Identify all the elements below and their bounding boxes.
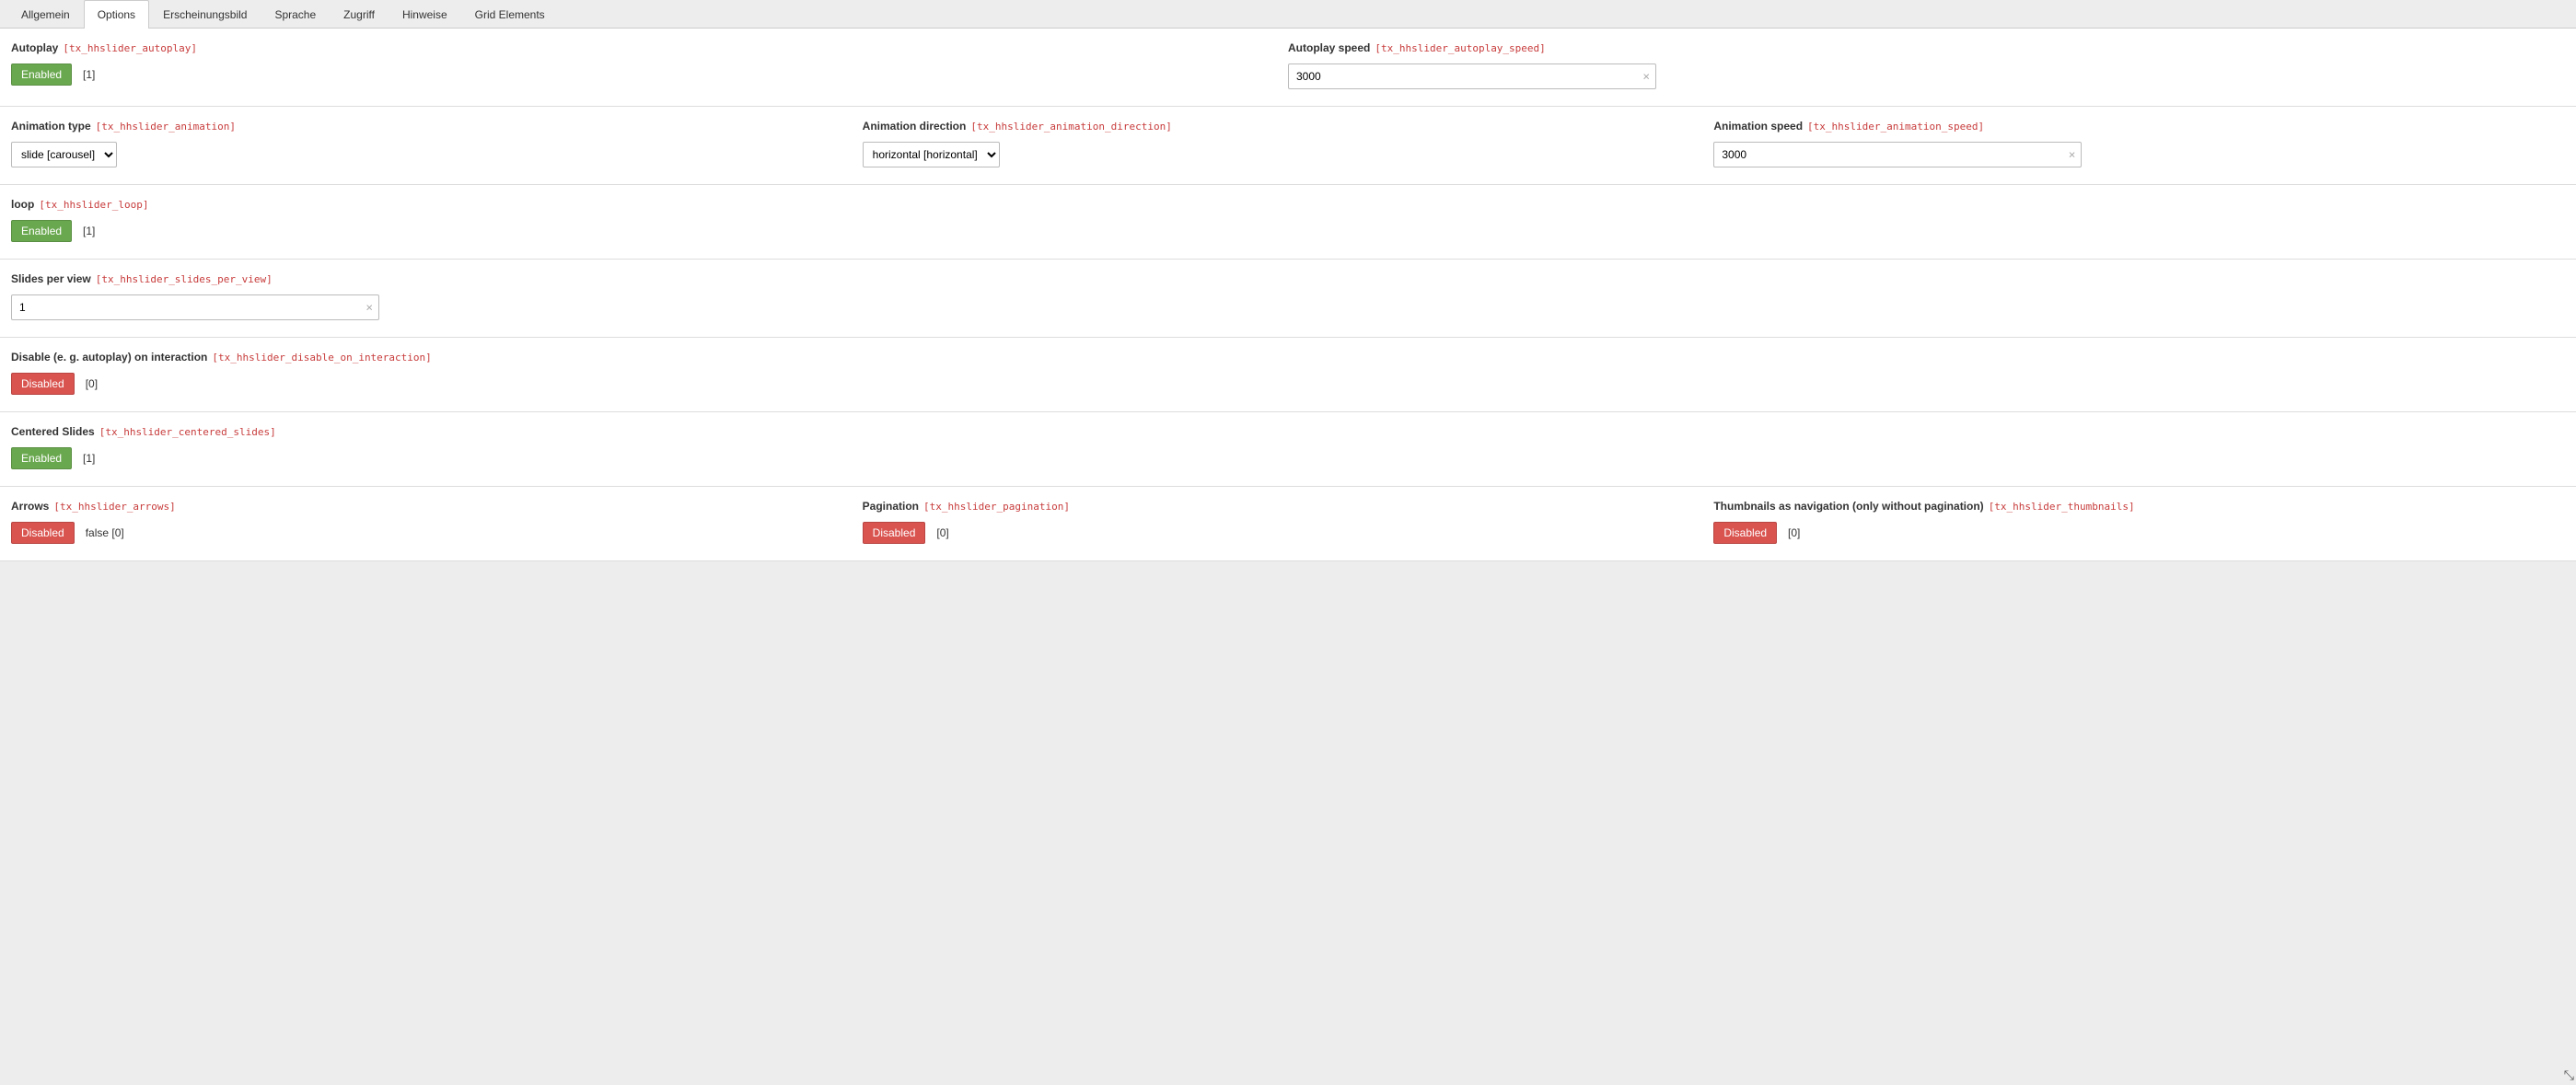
field-thumbnails: Thumbnails as navigation (only without p… bbox=[1713, 500, 2565, 544]
tech-slides-per-view: [tx_hhslider_slides_per_view] bbox=[96, 273, 273, 285]
resize-handle-icon[interactable]: ⤡ bbox=[2564, 1068, 2574, 1083]
label-arrows: Arrows bbox=[11, 500, 49, 513]
tech-arrows: [tx_hhslider_arrows] bbox=[53, 501, 175, 513]
tab-erscheinungsbild[interactable]: Erscheinungsbild bbox=[149, 0, 261, 29]
clear-icon[interactable]: × bbox=[2069, 149, 2076, 161]
tech-animation-speed: [tx_hhslider_animation_speed] bbox=[1807, 121, 1984, 133]
tech-animation-direction: [tx_hhslider_animation_direction] bbox=[970, 121, 1172, 133]
input-slides-per-view[interactable] bbox=[11, 294, 379, 320]
tech-autoplay: [tx_hhslider_autoplay] bbox=[63, 42, 197, 54]
label-animation-type: Animation type bbox=[11, 120, 91, 133]
tech-loop: [tx_hhslider_loop] bbox=[39, 199, 148, 211]
tab-bar: Allgemein Options Erscheinungsbild Sprac… bbox=[0, 0, 2576, 29]
tech-pagination: [tx_hhslider_pagination] bbox=[923, 501, 1070, 513]
label-autoplay: Autoplay bbox=[11, 41, 58, 54]
field-loop: loop [tx_hhslider_loop] Enabled [1] bbox=[11, 198, 2565, 242]
label-animation-direction: Animation direction bbox=[863, 120, 967, 133]
state-pagination: [0] bbox=[936, 526, 948, 539]
field-slides-per-view: Slides per view [tx_hhslider_slides_per_… bbox=[11, 272, 2565, 320]
state-arrows: false [0] bbox=[86, 526, 124, 539]
field-pagination: Pagination [tx_hhslider_pagination] Disa… bbox=[863, 500, 1714, 544]
toggle-arrows[interactable]: Disabled bbox=[11, 522, 75, 544]
state-centered-slides: [1] bbox=[83, 452, 95, 465]
label-autoplay-speed: Autoplay speed bbox=[1288, 41, 1370, 54]
state-autoplay: [1] bbox=[83, 68, 95, 81]
tab-content-options: Autoplay [tx_hhslider_autoplay] Enabled … bbox=[0, 29, 2576, 561]
label-slides-per-view: Slides per view bbox=[11, 272, 91, 285]
toggle-loop[interactable]: Enabled bbox=[11, 220, 72, 242]
toggle-disable-on-interaction[interactable]: Disabled bbox=[11, 373, 75, 395]
select-animation-type[interactable]: slide [carousel] bbox=[11, 142, 117, 167]
state-thumbnails: [0] bbox=[1788, 526, 1800, 539]
tab-hinweise[interactable]: Hinweise bbox=[389, 0, 461, 29]
clear-icon[interactable]: × bbox=[1642, 71, 1650, 83]
state-disable-on-interaction: [0] bbox=[86, 377, 98, 390]
field-animation-speed: Animation speed [tx_hhslider_animation_s… bbox=[1713, 120, 2565, 167]
tech-centered-slides: [tx_hhslider_centered_slides] bbox=[99, 426, 276, 438]
clear-icon[interactable]: × bbox=[366, 302, 373, 314]
select-animation-direction[interactable]: horizontal [horizontal] bbox=[863, 142, 1000, 167]
tech-disable-on-interaction: [tx_hhslider_disable_on_interaction] bbox=[212, 352, 431, 364]
state-loop: [1] bbox=[83, 225, 95, 237]
field-animation-type: Animation type [tx_hhslider_animation] s… bbox=[11, 120, 863, 167]
tech-autoplay-speed: [tx_hhslider_autoplay_speed] bbox=[1375, 42, 1545, 54]
field-arrows: Arrows [tx_hhslider_arrows] Disabled fal… bbox=[11, 500, 863, 544]
tab-zugriff[interactable]: Zugriff bbox=[330, 0, 389, 29]
label-thumbnails: Thumbnails as navigation (only without p… bbox=[1713, 500, 1983, 513]
tech-thumbnails: [tx_hhslider_thumbnails] bbox=[1989, 501, 2135, 513]
toggle-autoplay[interactable]: Enabled bbox=[11, 63, 72, 86]
tab-allgemein[interactable]: Allgemein bbox=[7, 0, 84, 29]
label-pagination: Pagination bbox=[863, 500, 919, 513]
label-loop: loop bbox=[11, 198, 34, 211]
tab-options[interactable]: Options bbox=[84, 0, 149, 29]
toggle-thumbnails[interactable]: Disabled bbox=[1713, 522, 1777, 544]
label-animation-speed: Animation speed bbox=[1713, 120, 1803, 133]
toggle-centered-slides[interactable]: Enabled bbox=[11, 447, 72, 469]
field-disable-on-interaction: Disable (e. g. autoplay) on interaction … bbox=[11, 351, 2565, 395]
field-autoplay-speed: Autoplay speed [tx_hhslider_autoplay_spe… bbox=[1288, 41, 2565, 89]
tab-sprache[interactable]: Sprache bbox=[261, 0, 330, 29]
field-autoplay: Autoplay [tx_hhslider_autoplay] Enabled … bbox=[11, 41, 1288, 89]
tab-grid-elements[interactable]: Grid Elements bbox=[461, 0, 559, 29]
field-centered-slides: Centered Slides [tx_hhslider_centered_sl… bbox=[11, 425, 2565, 469]
field-animation-direction: Animation direction [tx_hhslider_animati… bbox=[863, 120, 1714, 167]
tech-animation-type: [tx_hhslider_animation] bbox=[96, 121, 236, 133]
toggle-pagination[interactable]: Disabled bbox=[863, 522, 926, 544]
input-animation-speed[interactable] bbox=[1713, 142, 2082, 167]
label-centered-slides: Centered Slides bbox=[11, 425, 95, 438]
label-disable-on-interaction: Disable (e. g. autoplay) on interaction bbox=[11, 351, 207, 364]
input-autoplay-speed[interactable] bbox=[1288, 63, 1656, 89]
